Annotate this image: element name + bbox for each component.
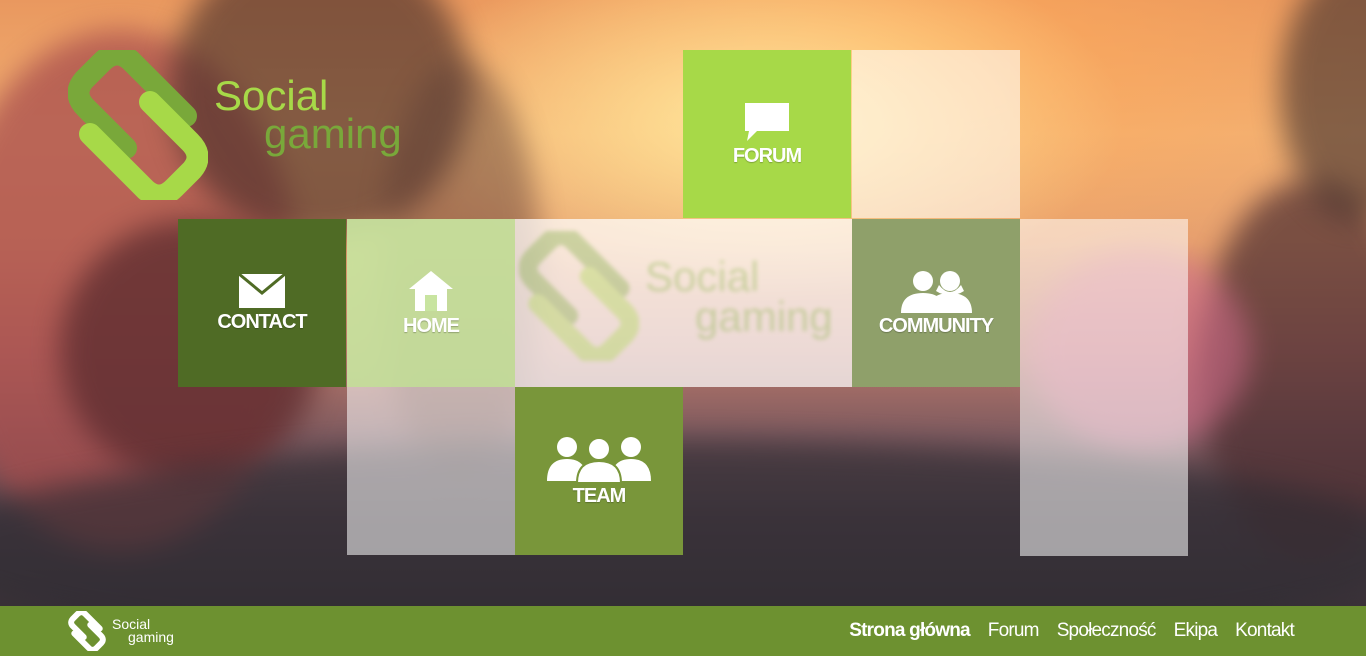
logo-line-2: gaming bbox=[264, 110, 402, 157]
three-users-icon bbox=[547, 436, 651, 483]
nav-link-team[interactable]: Ekipa bbox=[1174, 620, 1218, 642]
logo-wordmark: Social gaming bbox=[214, 75, 402, 157]
tile-forum-label: FORUM bbox=[732, 144, 802, 167]
tile-team[interactable]: TEAM bbox=[515, 387, 683, 555]
watermark-line-2: gaming bbox=[695, 293, 833, 340]
tile-community-label: COMMUNITY bbox=[878, 314, 994, 337]
tile-forum[interactable]: FORUM bbox=[683, 50, 851, 218]
footer-logo-line-2: gaming bbox=[128, 629, 174, 645]
footer-nav: Strona główna Forum Społeczność Ekipa Ko… bbox=[849, 606, 1295, 656]
footer-bar: Social gaming Strona główna Forum Społec… bbox=[0, 606, 1366, 656]
tile-home[interactable]: HOME bbox=[347, 219, 515, 387]
watermark-line-1: Social bbox=[645, 253, 760, 300]
tile-home-label: HOME bbox=[403, 314, 460, 337]
speech-bubble-icon bbox=[745, 102, 789, 141]
site-logo[interactable]: Social gaming bbox=[68, 50, 438, 200]
footer-logo[interactable]: Social gaming bbox=[68, 606, 174, 656]
house-icon bbox=[409, 270, 453, 311]
tile-community[interactable]: COMMUNITY bbox=[852, 219, 1020, 387]
nav-link-contact[interactable]: Kontakt bbox=[1235, 620, 1295, 642]
tile-team-label: TEAM bbox=[572, 484, 627, 507]
decorative-tile bbox=[347, 387, 515, 555]
decorative-tile bbox=[852, 50, 1020, 218]
nav-link-community[interactable]: Społeczność bbox=[1057, 620, 1157, 642]
decorative-tile bbox=[1020, 219, 1188, 556]
envelope-icon bbox=[238, 272, 286, 308]
nav-link-home[interactable]: Strona główna bbox=[849, 620, 970, 642]
tile-contact-label: CONTACT bbox=[217, 310, 307, 333]
logo-mark-icon bbox=[68, 50, 208, 200]
logo-mark-icon bbox=[68, 611, 106, 651]
nav-link-forum[interactable]: Forum bbox=[988, 620, 1040, 642]
two-users-icon bbox=[901, 270, 972, 313]
watermark-logo: Social gaming bbox=[515, 219, 852, 387]
tile-contact[interactable]: CONTACT bbox=[178, 219, 346, 387]
logo-mark-icon bbox=[519, 231, 639, 361]
